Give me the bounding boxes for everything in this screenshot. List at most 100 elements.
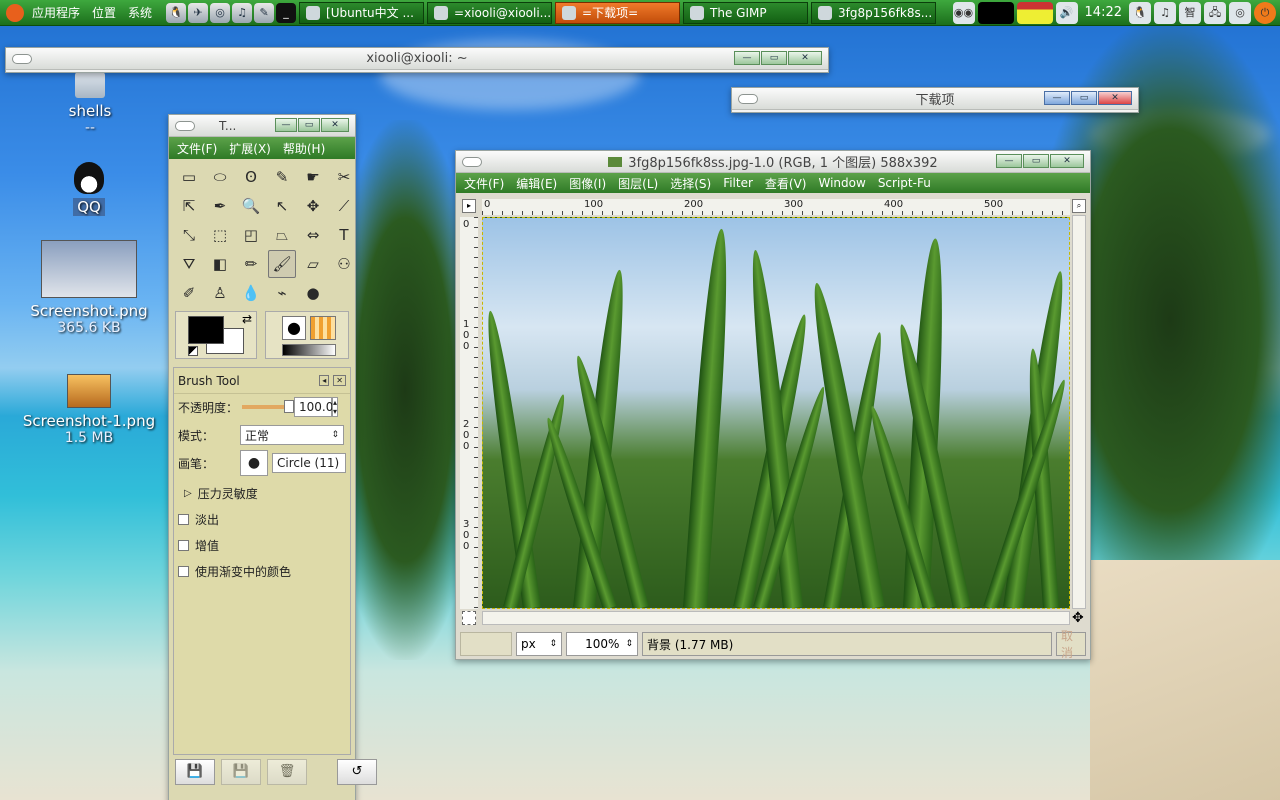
close-button[interactable]: ✕ [1098, 91, 1132, 105]
tool-button-icon[interactable]: ⬭ [206, 163, 234, 191]
menu-extensions[interactable]: 扩展(X) [229, 140, 271, 157]
tool-button-icon[interactable]: ⚇ [330, 250, 358, 278]
fade-out-checkbox[interactable] [178, 513, 189, 525]
gradient-preview-icon[interactable] [282, 344, 336, 356]
update-icon[interactable]: ◎ [1229, 1, 1251, 24]
save-options-button[interactable]: 💾 [175, 759, 215, 785]
image-canvas[interactable] [482, 217, 1070, 609]
task-downloads[interactable]: =下载项= [555, 1, 681, 24]
tool-button-icon[interactable]: 🔍 [237, 192, 265, 220]
opacity-value-field[interactable]: 100.0 [294, 397, 333, 417]
ubuntu-logo-icon[interactable] [6, 3, 24, 22]
window-menu-button[interactable] [462, 157, 482, 167]
opacity-slider-handle[interactable] [284, 400, 294, 413]
terminal-window[interactable]: xiooli@xiooli: ~ — ▭ ✕ [5, 47, 829, 73]
window-menu-button[interactable] [12, 54, 32, 64]
menu-file[interactable]: 文件(F) [177, 140, 217, 157]
qq-tray-icon[interactable]: 🐧 [1129, 1, 1151, 24]
qq-launcher-icon[interactable]: 🐧 [166, 2, 187, 23]
tool-button-icon[interactable]: ⬚ [206, 221, 234, 249]
brush-name-field[interactable]: Circle (11) [272, 453, 346, 473]
tool-button-icon[interactable]: T [330, 221, 358, 249]
network-tray-icon[interactable]: 🖧 [1204, 1, 1226, 24]
task-image[interactable]: 3fg8p156fk8s... [811, 1, 937, 24]
quick-mask-menu-icon[interactable]: ▸ [462, 199, 476, 213]
swap-colors-icon[interactable]: ⇄ [242, 312, 252, 326]
menu-layer[interactable]: 图层(L) [618, 175, 658, 192]
music-launcher-icon[interactable]: ♫ [232, 2, 253, 23]
pressure-sensitivity-expander[interactable]: 压力灵敏度 [198, 485, 258, 502]
maximize-button[interactable]: ▭ [1023, 154, 1049, 168]
horizontal-ruler[interactable]: 0 100 200 300 400 500 [482, 199, 1070, 215]
network-launcher-icon[interactable]: ✈ [188, 2, 209, 23]
expand-triangle-icon[interactable]: ▷ [184, 488, 192, 499]
vertical-scrollbar[interactable] [1072, 215, 1086, 609]
clock[interactable]: 14:22 [1085, 5, 1122, 20]
menu-window[interactable]: Window [818, 176, 865, 190]
minimize-button[interactable]: — [996, 154, 1022, 168]
tool-button-icon[interactable]: ▭ [175, 163, 203, 191]
brush-preview-button[interactable]: ● [240, 450, 268, 476]
tool-button-icon[interactable]: ⟋ [330, 192, 358, 220]
restore-options-button[interactable]: 💾 [221, 759, 261, 785]
tool-button-icon[interactable]: ✐ [175, 279, 203, 307]
tool-button-icon[interactable]: ✥ [299, 192, 327, 220]
maximize-button[interactable]: ▭ [1071, 91, 1097, 105]
opacity-slider[interactable] [242, 400, 294, 413]
input-method-icon[interactable]: 智 [1179, 1, 1201, 24]
menu-help[interactable]: 帮助(H) [283, 140, 325, 157]
tool-button-icon[interactable]: ⏢ [268, 221, 296, 249]
menu-system[interactable]: 系统 [128, 4, 152, 21]
desktop-icon-screenshot[interactable]: Screenshot.png 365.6 KB [24, 240, 154, 336]
minimize-button[interactable]: — [734, 51, 760, 65]
tool-button-icon[interactable]: ⌁ [268, 279, 296, 307]
tool-button-icon[interactable]: ▱ [299, 250, 327, 278]
close-button[interactable]: ✕ [788, 51, 822, 65]
maximize-button[interactable]: ▭ [761, 51, 787, 65]
zoom-select[interactable]: 100% ⇕ [566, 632, 638, 656]
desktop-icon-screenshot-1[interactable]: Screenshot-1.png 1.5 MB [14, 374, 164, 446]
menu-places[interactable]: 位置 [92, 4, 116, 21]
tool-button-icon[interactable]: ✏ [237, 250, 265, 278]
desktop-icon-shells[interactable]: shells -- [50, 72, 130, 136]
close-button[interactable]: ✕ [1050, 154, 1084, 168]
tool-button-icon[interactable]: ✂ [330, 163, 358, 191]
menu-script-fu[interactable]: Script-Fu [878, 176, 931, 190]
tool-button-icon[interactable]: ⇔ [299, 221, 327, 249]
desktop-icon-qq[interactable]: QQ [58, 162, 120, 216]
default-colors-icon[interactable] [188, 346, 198, 356]
gimp-image-window[interactable]: 3fg8p156fk8ss.jpg-1.0 (RGB, 1 个图层) 588x3… [455, 150, 1091, 660]
pattern-preview-icon[interactable] [310, 316, 336, 340]
tool-button-icon[interactable]: ◧ [206, 250, 234, 278]
tool-button-icon[interactable]: ⇱ [175, 192, 203, 220]
cancel-button[interactable]: 取消 [1056, 629, 1086, 660]
gimp-launcher-icon[interactable]: ✎ [254, 2, 275, 23]
incremental-checkbox[interactable] [178, 539, 189, 551]
unit-select[interactable]: px ⇕ [516, 632, 562, 656]
menu-filter[interactable]: Filter [723, 176, 753, 190]
close-button[interactable]: ✕ [321, 118, 349, 132]
dock-menu-icon[interactable]: ◂ [319, 375, 330, 386]
horizontal-scrollbar[interactable] [482, 611, 1070, 625]
close-tab-icon[interactable]: ✕ [333, 375, 346, 386]
volume-icon[interactable]: 🔊 [1055, 1, 1078, 24]
foreground-color-swatch-front[interactable] [188, 316, 224, 344]
gimp-toolbox-window[interactable]: T... — ▭ ✕ 文件(F) 扩展(X) 帮助(H) ▭ ⬭ ʘ ✎ ☛ ✂ ⇱ ✒ 🔍 ↖ ✥ ⟋ ⤡… [168, 114, 377, 800]
music-tray-icon[interactable]: ♫ [1154, 1, 1176, 24]
minimize-button[interactable]: — [275, 118, 297, 132]
firefox-launcher-icon[interactable]: ◎ [210, 2, 231, 23]
tool-button-icon[interactable]: ʘ [237, 163, 265, 191]
navigate-icon[interactable]: ✥ [1072, 611, 1084, 625]
tool-button-icon[interactable]: ● [299, 279, 327, 307]
terminal-launcher-icon[interactable]: _ [276, 2, 297, 23]
tool-button-icon[interactable]: ⤡ [175, 221, 203, 249]
toggle-quick-mask-icon[interactable] [462, 611, 476, 625]
tool-button-icon[interactable]: ↖ [268, 192, 296, 220]
tool-button-icon[interactable]: ☛ [299, 163, 327, 191]
opacity-spin-icon[interactable]: ▴ ▾ [332, 397, 339, 417]
task-terminal[interactable]: =xiooli@xiooli... [427, 1, 553, 24]
power-icon[interactable]: ⏻ [1254, 1, 1276, 24]
brush-preview-icon[interactable]: ● [282, 316, 306, 340]
menu-applications[interactable]: 应用程序 [32, 4, 80, 21]
tool-button-icon[interactable]: 💧 [237, 279, 265, 307]
